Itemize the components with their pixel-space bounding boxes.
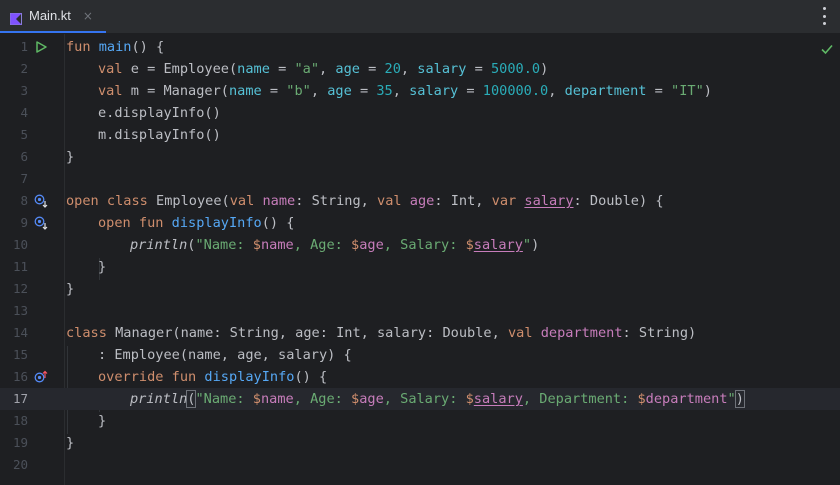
line-number: 5 <box>20 127 28 142</box>
code-text: val m = Manager(name = "b", age = 35, sa… <box>98 83 712 99</box>
line-number: 10 <box>12 237 28 252</box>
code-line: 15 : Employee(name, age, salary) { <box>0 344 840 366</box>
code-line: 16 override fun displayInfo() { <box>0 366 840 388</box>
implemented-icon[interactable] <box>34 194 48 208</box>
code-text: e.displayInfo() <box>98 105 221 121</box>
code-line: 8 open class Employee(val name: String, … <box>0 190 840 212</box>
code-line: 12 } <box>0 278 840 300</box>
code-text: open fun displayInfo() { <box>98 215 295 231</box>
run-icon[interactable] <box>34 40 48 54</box>
line-number: 8 <box>20 193 28 208</box>
line-number: 9 <box>20 215 28 230</box>
code-line-current: 17 println("Name: $name, Age: $age, Sala… <box>0 388 840 410</box>
line-number: 13 <box>12 303 28 318</box>
line-number: 19 <box>12 435 28 450</box>
code-text: } <box>66 281 75 297</box>
code-text: } <box>98 413 107 429</box>
code-line: 20 <box>0 454 840 476</box>
line-number: 17 <box>12 391 28 406</box>
code-text: fun main() { <box>66 39 165 55</box>
code-text: println("Name: $name, Age: $age, Salary:… <box>130 237 540 253</box>
line-number: 3 <box>20 83 28 98</box>
line-number: 1 <box>20 39 28 54</box>
line-number: 7 <box>20 171 28 186</box>
code-line: 9 open fun displayInfo() { <box>0 212 840 234</box>
code-text: } <box>98 259 107 275</box>
tab-label: Main.kt <box>29 8 71 23</box>
code-text: val e = Employee(name = "a", age = 20, s… <box>98 61 549 77</box>
code-text: : Employee(name, age, salary) { <box>98 347 352 363</box>
code-line: 11 } <box>0 256 840 278</box>
code-text: class Manager(name: String, age: Int, sa… <box>66 325 697 341</box>
line-number: 20 <box>12 457 28 472</box>
code-line: 5 m.displayInfo() <box>0 124 840 146</box>
line-number: 6 <box>20 149 28 164</box>
line-number: 15 <box>12 347 28 362</box>
code-line: 4 e.displayInfo() <box>0 102 840 124</box>
code-line: 1 fun main() { <box>0 36 840 58</box>
line-number: 18 <box>12 413 28 428</box>
editor-tab-bar: Main.kt × <box>0 0 840 34</box>
code-line: 10 println("Name: $name, Age: $age, Sala… <box>0 234 840 256</box>
code-text: } <box>66 435 75 451</box>
override-icon[interactable] <box>34 370 48 384</box>
line-number: 14 <box>12 325 28 340</box>
code-text: m.displayInfo() <box>98 127 221 143</box>
line-number: 2 <box>20 61 28 76</box>
code-line: 19 } <box>0 432 840 454</box>
code-text: override fun displayInfo() { <box>98 369 328 385</box>
code-editor[interactable]: 1 fun main() { 2 val e = Employee(name =… <box>0 34 840 485</box>
code-line: 2 val e = Employee(name = "a", age = 20,… <box>0 58 840 80</box>
code-line: 13 <box>0 300 840 322</box>
code-text: open class Employee(val name: String, va… <box>66 193 664 209</box>
line-number: 11 <box>12 259 28 274</box>
code-line: 7 <box>0 168 840 190</box>
kotlin-file-icon <box>10 10 22 25</box>
code-text: println("Name: $name, Age: $age, Salary:… <box>130 390 745 408</box>
code-line: 18 } <box>0 410 840 432</box>
tab-main-kt[interactable]: Main.kt × <box>0 0 106 33</box>
line-number: 16 <box>12 369 28 384</box>
close-icon[interactable]: × <box>83 9 93 23</box>
line-number: 4 <box>20 105 28 120</box>
line-number: 12 <box>12 281 28 296</box>
code-text: } <box>66 149 75 165</box>
code-line: 14 class Manager(name: String, age: Int,… <box>0 322 840 344</box>
more-options-icon[interactable] <box>818 7 830 25</box>
code-line: 3 val m = Manager(name = "b", age = 35, … <box>0 80 840 102</box>
code-line: 6 } <box>0 146 840 168</box>
implemented-icon[interactable] <box>34 216 48 230</box>
